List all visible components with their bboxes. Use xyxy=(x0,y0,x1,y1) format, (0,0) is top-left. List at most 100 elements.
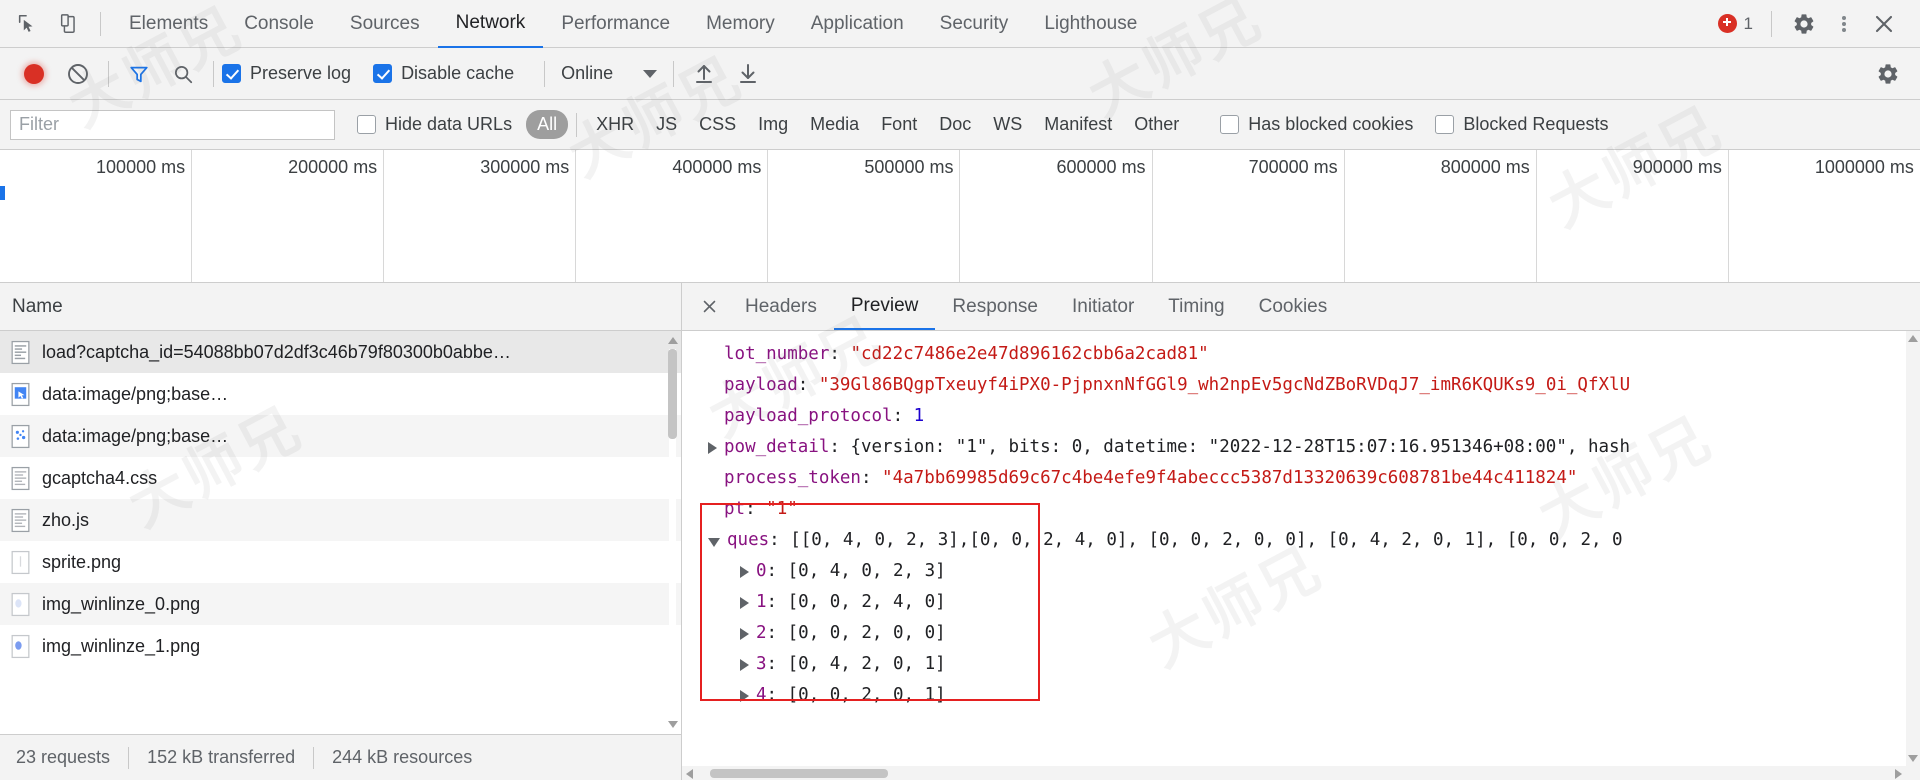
table-row[interactable]: load?captcha_id=54088bb07d2df3c46b79f803… xyxy=(0,331,681,373)
json-row-lot-number[interactable]: lot_number: "cd22c7486e2e47d896162cbb6a2… xyxy=(682,339,1920,370)
collapse-triangle-icon[interactable] xyxy=(708,537,720,547)
close-icon[interactable] xyxy=(1864,7,1904,41)
scroll-up-arrow-icon[interactable] xyxy=(1908,335,1918,342)
table-row[interactable]: data:image/png;base… xyxy=(0,373,681,415)
table-row[interactable]: data:image/png;base… xyxy=(0,415,681,457)
tab-security[interactable]: Security xyxy=(922,0,1027,48)
tab-console[interactable]: Console xyxy=(226,0,332,48)
json-row-ques-child[interactable]: 3: [0, 4, 2, 0, 1] xyxy=(682,649,1920,680)
filter-type-ws[interactable]: WS xyxy=(982,110,1033,139)
resource-type-filters: All XHR JS CSS Img Media Font Doc WS Man… xyxy=(526,110,1190,139)
filter-type-manifest[interactable]: Manifest xyxy=(1033,110,1123,139)
ruler-cell: 600000 ms xyxy=(960,150,1153,282)
preview-vertical-scrollbar[interactable] xyxy=(1906,331,1920,780)
table-row[interactable]: gcaptcha4.css xyxy=(0,457,681,499)
network-settings-gear-icon[interactable] xyxy=(1868,57,1908,91)
scroll-up-arrow-icon[interactable] xyxy=(668,337,678,344)
inspect-element-icon[interactable] xyxy=(6,7,48,41)
tab-lighthouse[interactable]: Lighthouse xyxy=(1026,0,1155,48)
table-row[interactable]: img_winlinze_0.png xyxy=(0,583,681,625)
tab-network[interactable]: Network xyxy=(437,0,544,48)
filter-type-all[interactable]: All xyxy=(526,110,569,139)
json-row-pow-detail[interactable]: pow_detail: {version: "1", bits: 0, date… xyxy=(682,432,1920,463)
throttling-dropdown[interactable]: Online xyxy=(561,63,658,84)
expand-triangle-icon[interactable] xyxy=(740,596,749,609)
json-row-process-token[interactable]: process_token: "4a7bb69985d69c67c4be4efe… xyxy=(682,463,1920,494)
preview-json-viewer[interactable]: lot_number: "cd22c7486e2e47d896162cbb6a2… xyxy=(682,331,1920,780)
resources-size: 244 kB resources xyxy=(332,747,473,767)
expand-triangle-icon[interactable] xyxy=(740,627,749,640)
expand-triangle-icon[interactable] xyxy=(740,565,749,578)
scrollbar-thumb[interactable] xyxy=(668,349,677,439)
expand-triangle-icon[interactable] xyxy=(708,441,717,454)
filter-type-font[interactable]: Font xyxy=(870,110,928,139)
network-overview-timeline[interactable]: 100000 ms 200000 ms 300000 ms 400000 ms … xyxy=(0,150,1920,283)
json-row-ques-child[interactable]: 0: [0, 4, 0, 2, 3] xyxy=(682,556,1920,587)
filter-type-xhr[interactable]: XHR xyxy=(585,110,645,139)
tab-label: Timing xyxy=(1168,295,1225,317)
filter-type-js[interactable]: JS xyxy=(645,110,688,139)
tab-preview[interactable]: Preview xyxy=(833,283,936,330)
hide-data-urls-checkbox[interactable]: Hide data URLs xyxy=(357,114,512,135)
scroll-right-arrow-icon[interactable] xyxy=(1895,769,1902,779)
status-divider xyxy=(128,746,130,769)
expand-triangle-icon[interactable] xyxy=(740,689,749,702)
scrollbar-thumb[interactable] xyxy=(710,769,888,778)
requests-list[interactable]: load?captcha_id=54088bb07d2df3c46b79f803… xyxy=(0,331,681,734)
close-detail-icon[interactable] xyxy=(690,283,728,330)
array-index: 0 xyxy=(756,561,767,581)
tab-application[interactable]: Application xyxy=(793,0,922,48)
tab-response[interactable]: Response xyxy=(935,283,1055,330)
filter-type-media[interactable]: Media xyxy=(799,110,870,139)
table-row[interactable]: zho.js xyxy=(0,499,681,541)
preview-horizontal-scrollbar[interactable] xyxy=(682,766,1906,780)
json-row-pt[interactable]: pt: "1" xyxy=(682,494,1920,525)
json-value: "39Gl86BQgpTxeuyf4iPX0-PjpnxnNfGGl9_wh2n… xyxy=(818,375,1631,395)
disable-cache-checkbox[interactable]: Disable cache xyxy=(373,63,514,84)
requests-list-scrollbar[interactable] xyxy=(667,335,678,730)
record-button[interactable] xyxy=(12,56,56,92)
array-index: 4 xyxy=(756,685,767,705)
tab-cookies[interactable]: Cookies xyxy=(1242,283,1345,330)
import-har-icon[interactable] xyxy=(682,56,726,92)
filter-type-img[interactable]: Img xyxy=(747,110,799,139)
error-badge[interactable]: 1 xyxy=(1717,14,1753,34)
filter-type-other[interactable]: Other xyxy=(1123,110,1190,139)
scroll-down-arrow-icon[interactable] xyxy=(668,721,678,728)
device-toolbar-icon[interactable] xyxy=(48,7,90,41)
filter-type-css[interactable]: CSS xyxy=(688,110,747,139)
filter-funnel-icon[interactable] xyxy=(117,56,161,92)
export-har-icon[interactable] xyxy=(726,56,770,92)
json-row-ques-child[interactable]: 4: [0, 0, 2, 0, 1] xyxy=(682,680,1920,711)
json-row-ques-child[interactable]: 1: [0, 0, 2, 4, 0] xyxy=(682,587,1920,618)
scroll-left-arrow-icon[interactable] xyxy=(686,769,693,779)
tab-initiator[interactable]: Initiator xyxy=(1055,283,1151,330)
tab-sources[interactable]: Sources xyxy=(332,0,438,48)
search-icon[interactable] xyxy=(161,56,205,92)
scroll-down-arrow-icon[interactable] xyxy=(1908,755,1918,762)
requests-table-header[interactable]: Name xyxy=(0,283,681,331)
has-blocked-cookies-checkbox[interactable]: Has blocked cookies xyxy=(1220,114,1413,135)
filter-input[interactable] xyxy=(10,109,335,140)
json-value: "cd22c7486e2e47d896162cbb6a2cad81" xyxy=(850,344,1209,364)
tab-timing[interactable]: Timing xyxy=(1151,283,1241,330)
expand-triangle-icon[interactable] xyxy=(740,658,749,671)
ruler-tick-label: 1000000 ms xyxy=(1814,157,1914,177)
blocked-requests-checkbox[interactable]: Blocked Requests xyxy=(1435,114,1608,135)
json-row-ques[interactable]: ques: [[0, 4, 0, 2, 3], [0, 0, 2, 4, 0],… xyxy=(682,525,1920,556)
table-row[interactable]: img_winlinze_1.png xyxy=(0,625,681,667)
table-row[interactable]: sprite.png xyxy=(0,541,681,583)
json-row-ques-child[interactable]: 2: [0, 0, 2, 0, 0] xyxy=(682,618,1920,649)
json-row-payload[interactable]: payload: "39Gl86BQgpTxeuyf4iPX0-PjpnxnNf… xyxy=(682,370,1920,401)
tab-memory[interactable]: Memory xyxy=(688,0,793,48)
tab-elements[interactable]: Elements xyxy=(111,0,226,48)
clear-button[interactable] xyxy=(56,56,100,92)
json-row-payload-protocol[interactable]: payload_protocol: 1 xyxy=(682,401,1920,432)
request-name: img_winlinze_1.png xyxy=(42,635,201,656)
tab-performance[interactable]: Performance xyxy=(543,0,688,48)
preserve-log-checkbox[interactable]: Preserve log xyxy=(222,63,351,84)
tab-headers[interactable]: Headers xyxy=(728,283,834,330)
kebab-menu-icon[interactable] xyxy=(1824,7,1864,41)
gear-icon[interactable] xyxy=(1784,7,1824,41)
filter-type-doc[interactable]: Doc xyxy=(928,110,982,139)
